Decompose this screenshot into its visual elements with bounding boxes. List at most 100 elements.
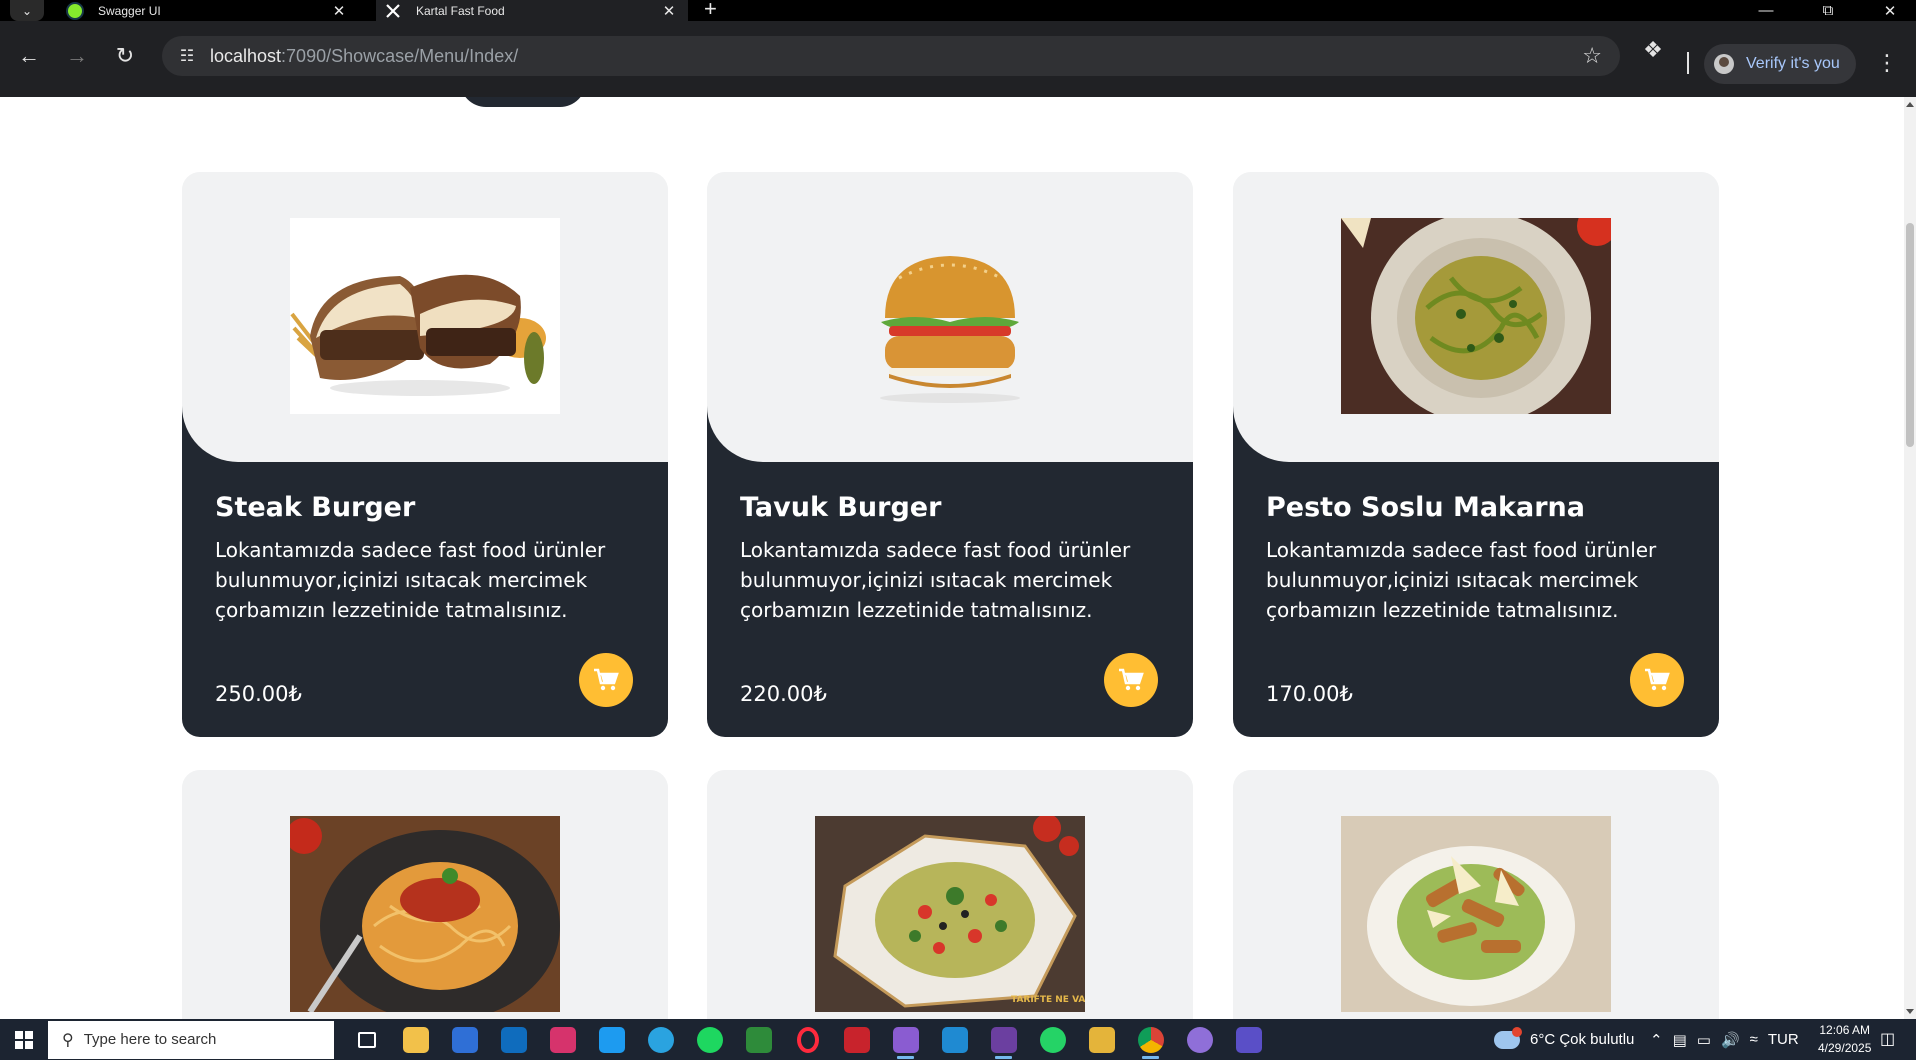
close-icon[interactable]: ✕ <box>658 2 680 20</box>
item-name: Steak Burger <box>215 492 416 523</box>
card-image-area <box>1233 172 1719 462</box>
add-to-cart-button[interactable] <box>579 653 633 707</box>
scrollbar-thumb[interactable] <box>1906 223 1914 447</box>
menu-card <box>182 770 668 1019</box>
close-window-button[interactable]: ✕ <box>1860 0 1916 21</box>
outlook-icon[interactable] <box>489 1019 538 1060</box>
tab-title: Kartal Fast Food <box>416 3 505 18</box>
page-scrollbar[interactable] <box>1904 97 1916 1019</box>
taskbar-search[interactable]: ⚲ Type here to search <box>48 1020 334 1059</box>
profile-button[interactable]: Verify it's you <box>1704 44 1856 84</box>
card-info: Pesto Soslu Makarna Lokantamızda sadece … <box>1266 462 1686 625</box>
visual-studio-preview-icon[interactable] <box>979 1019 1028 1060</box>
tab-search-button[interactable]: ⌄ <box>10 0 44 21</box>
menu-card: Tavuk Burger Lokantamızda sadece fast fo… <box>707 172 1193 737</box>
arrow-left-icon: ← <box>18 43 40 68</box>
kartal-logo-icon <box>384 2 402 20</box>
menu-card: Steak Burger Lokantamızda sadece fast fo… <box>182 172 668 737</box>
language-indicator[interactable]: TUR <box>1768 1031 1799 1048</box>
weather-text: 6°C Çok bulutlu <box>1530 1031 1635 1048</box>
minimize-button[interactable]: — <box>1736 0 1796 21</box>
tab-title: Swagger UI <box>98 3 161 18</box>
back-button[interactable]: ← <box>12 39 46 73</box>
wifi-icon[interactable]: ≈ <box>1750 1031 1758 1048</box>
url-text: localhost:7090/Showcase/Menu/Index/ <box>210 46 518 67</box>
add-to-cart-button[interactable] <box>1630 653 1684 707</box>
spaghetti-bolognese-photo <box>290 816 560 1012</box>
url-host: localhost <box>210 45 282 66</box>
cart-icon <box>594 668 619 691</box>
extensions-button[interactable]: ❖ <box>1636 33 1670 67</box>
store-icon[interactable] <box>440 1019 489 1060</box>
toolbar-divider <box>1687 52 1689 74</box>
filter-active-pill[interactable] <box>460 97 586 107</box>
file-explorer-icon[interactable] <box>391 1019 440 1060</box>
vscode-icon[interactable] <box>930 1019 979 1060</box>
toolbox-icon[interactable] <box>832 1019 881 1060</box>
tab-strip: ⌄ Swagger UI ✕ Kartal Fast Food ✕ + — ⧉ … <box>0 0 1916 21</box>
new-tab-button[interactable]: + <box>704 0 717 20</box>
cart-icon <box>1119 668 1144 691</box>
card-image-area <box>182 770 668 1019</box>
card-image-area <box>1233 770 1719 1019</box>
copilot-icon[interactable] <box>1175 1019 1224 1060</box>
menu-card: Pesto Soslu Makarna Lokantamızda sadece … <box>1233 172 1719 737</box>
card-image-area <box>707 172 1193 462</box>
restore-button[interactable]: ⧉ <box>1798 0 1858 21</box>
whatsapp-icon[interactable] <box>1028 1019 1077 1060</box>
scroll-down-icon[interactable] <box>1906 1009 1914 1014</box>
reload-button[interactable]: ↻ <box>108 39 142 73</box>
cloud-icon <box>1494 1026 1522 1049</box>
bookmark-star-icon[interactable]: ☆ <box>1582 43 1602 69</box>
close-icon[interactable]: ✕ <box>328 2 350 20</box>
puzzle-icon: ❖ <box>1643 37 1663 62</box>
battery-icon[interactable]: ▭ <box>1697 1031 1711 1049</box>
minimize-icon: — <box>1758 2 1774 19</box>
steak-burger-photo <box>290 218 560 414</box>
caesar-salad-photo <box>1341 816 1611 1012</box>
ssms-icon[interactable] <box>1224 1019 1273 1060</box>
system-tray: ⌃ ▤ ▭ 🔊 ≈ TUR <box>1650 1019 1809 1060</box>
item-description: Lokantamızda sadece fast food ürünler bu… <box>740 538 1131 622</box>
url-path: :7090/Showcase/Menu/Index/ <box>281 45 519 66</box>
opera-icon[interactable] <box>783 1019 832 1060</box>
instagram-icon[interactable] <box>538 1019 587 1060</box>
notification-center-icon[interactable]: ◫ <box>1880 1029 1895 1049</box>
volume-icon[interactable]: 🔊 <box>1721 1031 1740 1049</box>
forward-button[interactable]: → <box>60 39 94 73</box>
network-icon[interactable]: ▤ <box>1673 1031 1687 1049</box>
visual-studio-icon[interactable] <box>881 1019 930 1060</box>
add-to-cart-button[interactable] <box>1104 653 1158 707</box>
item-description: Lokantamızda sadece fast food ürünler bu… <box>215 538 606 622</box>
start-button[interactable] <box>0 1019 48 1060</box>
menu-card <box>1233 770 1719 1019</box>
task-view-icon[interactable] <box>342 1019 391 1060</box>
item-price: 250.00₺ <box>215 682 302 706</box>
more-menu-icon[interactable]: ⋮ <box>1876 50 1898 76</box>
tools-icon[interactable] <box>1077 1019 1126 1060</box>
address-bar[interactable]: ☷ localhost:7090/Showcase/Menu/Index/ ☆ <box>162 36 1620 76</box>
swagger-icon <box>66 1 84 20</box>
windows-logo-icon <box>15 1030 33 1049</box>
tab-swagger[interactable]: Swagger UI ✕ <box>58 0 358 21</box>
profile-label: Verify it's you <box>1746 55 1840 72</box>
item-description: Lokantamızda sadece fast food ürünler bu… <box>1266 538 1657 622</box>
telegram-icon[interactable] <box>636 1019 685 1060</box>
spotify-icon[interactable] <box>685 1019 734 1060</box>
arrow-right-icon: → <box>66 43 88 68</box>
weather-widget[interactable]: 6°C Çok bulutlu <box>1494 1019 1634 1060</box>
cart-icon <box>1645 668 1670 691</box>
tab-kartal-fast-food[interactable]: Kartal Fast Food ✕ <box>376 0 688 21</box>
chrome-icon[interactable] <box>1126 1019 1175 1060</box>
chevron-up-icon[interactable]: ⌃ <box>1650 1031 1663 1049</box>
item-price: 220.00₺ <box>740 682 827 706</box>
twitter-icon[interactable] <box>587 1019 636 1060</box>
search-placeholder: Type here to search <box>83 1031 217 1048</box>
xbox-icon[interactable] <box>734 1019 783 1060</box>
card-info: Tavuk Burger Lokantamızda sadece fast fo… <box>740 462 1160 625</box>
scroll-up-icon[interactable] <box>1906 102 1914 107</box>
clock-time: 12:06 AM <box>1819 1023 1871 1037</box>
close-icon: ✕ <box>1883 2 1897 20</box>
clock[interactable]: 12:06 AM 4/29/2025 <box>1818 1021 1871 1057</box>
site-info-icon[interactable]: ☷ <box>176 45 198 67</box>
